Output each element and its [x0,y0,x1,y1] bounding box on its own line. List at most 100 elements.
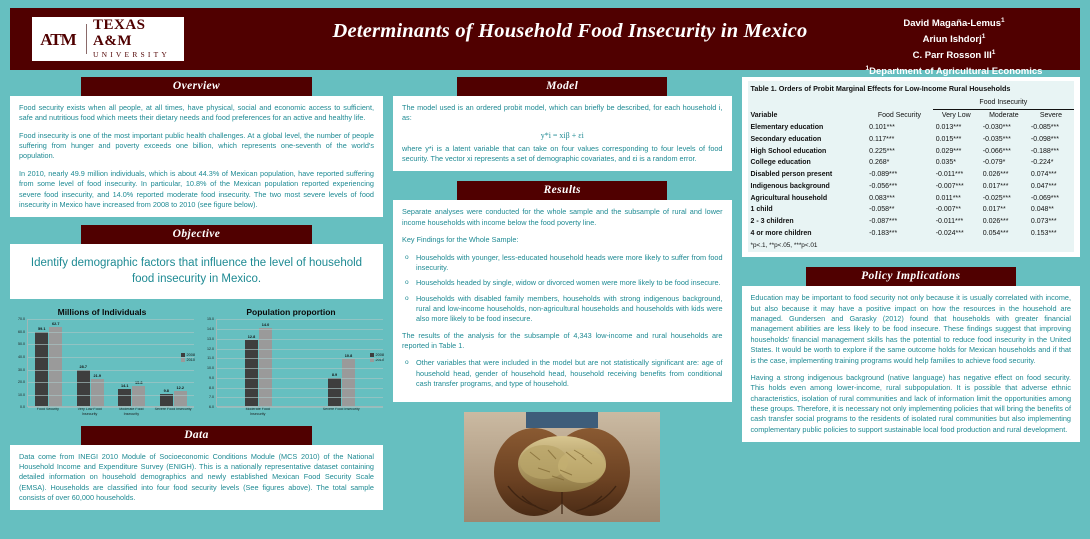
table-cell-value: 0.015*** [932,133,980,146]
table-cell-value: 0.101*** [866,121,933,134]
column-middle: Model The model used is an ordered probi… [393,77,732,523]
grid-line [28,382,194,384]
results-bullet: Households with disabled family members,… [405,294,722,325]
bar-value-label: 14.0 [261,323,270,328]
texas-am-logo: ATM TEXAS A&M UNIVERSITY [32,17,184,61]
logo-line-1: TEXAS A&M [93,17,146,49]
results-panel: Separate analyses were conducted for the… [393,200,732,403]
table-cell-variable: Elementary education [747,121,867,134]
results-intro: Separate analyses were conducted for the… [402,207,723,227]
table-caption: Table 1. Orders of Probit Marginal Effec… [747,81,1074,97]
table-cell-value: -0.025*** [979,192,1028,205]
table-row: Secondary education 0.117*** 0.015*** -0.03… [747,133,1074,146]
grid-line [28,344,194,346]
overview-panel: Food security exists when all people, at… [10,96,383,218]
table-cell-value: 0.026*** [979,168,1028,181]
hands-holding-grain-photo [464,412,661,523]
table-cell-value: 0.047*** [1027,180,1074,193]
y-axis-tick: 10.0 [18,392,25,397]
y-axis-tick: 7.0 [209,395,214,400]
table-cell-variable: Agricultural household [747,192,867,205]
bar-group: 8.9 10.8 [328,319,355,407]
bar-group: 12.8 14.0 [245,319,272,407]
bar [159,393,173,407]
y-axis: 0.0 10.0 20.0 30.0 40.0 50.0 60.0 70.0 [10,317,28,409]
y-axis-tick: 10.0 [207,366,214,371]
bar [118,388,132,407]
column-header-food-security: Food Security [866,109,933,122]
logo-line-2: UNIVERSITY [93,49,170,59]
author-2: Ariun Ishdorj1 [922,32,986,46]
table-cell-value: 0.268* [866,156,933,169]
table-cell-value: -0.030*** [979,121,1028,134]
policy-paragraph: Having a strong indigenous background (n… [750,372,1072,434]
grid-line [217,407,383,409]
table-cell-value: 0.117*** [866,133,933,146]
table-cell-variable: High School education [747,145,867,157]
grid-line [217,319,383,321]
table-row: 2 - 3 children -0.087*** -0.011*** 0.026***… [747,215,1074,228]
bar [76,370,90,407]
grid-line [217,368,383,370]
grid-line [217,358,383,360]
x-axis-label: Moderate Food Insecurity [119,407,144,416]
table-cell-value: -0.035*** [979,133,1028,146]
results-bullet: Households with younger, less-educated h… [405,253,722,274]
table-cell-variable: Indigenous background [747,180,867,193]
grid-line [28,369,194,371]
charts-row: Millions of Individuals 0.0 10.0 20.0 30.0 4… [10,307,384,416]
bar-column: 14.0 [259,319,272,407]
x-axis-label: Very Low Food Insecurity [77,407,102,416]
table-row: Indigenous background -0.056*** -0.007*** 0… [747,180,1074,193]
grid-line [217,387,383,389]
column-left: Overview Food security exists when all p… [10,77,384,522]
overview-paragraph: In 2010, nearly 49.9 million individuals… [19,168,374,209]
legend-swatch [180,358,185,363]
bar-value-label: 14.1 [121,383,129,388]
table-cell-value: -0.085*** [1027,121,1074,134]
table-cell-value: 0.048** [1027,204,1074,216]
table-cell-variable: 4 or more children [747,227,867,240]
chart-population-proportion: Population proportion 6.0 7.0 8.0 9.0 10.0 11… [199,307,384,416]
group-header-blank [866,97,933,110]
legend-item: 2008 [369,353,384,358]
model-panel: The model used is an ordered probit mode… [393,96,732,172]
table-cell-value: -0.007** [932,204,980,216]
grid-line [217,338,383,340]
table-cell-value: -0.024*** [932,227,980,240]
results-bullet: Households headed by single, widow or di… [405,278,723,288]
author-list: David Magaña-Lemus1 Ariun Ishdorj1 C. Pa… [834,16,1074,80]
y-axis-tick: 12.0 [207,346,214,351]
model-heading: Model [457,77,668,96]
table-header-row: Variable Food Security Very Low Moderate… [747,109,1074,122]
column-header-severe: Severe [1027,109,1074,122]
poster-root: ATM TEXAS A&M UNIVERSITY Determinants of… [0,0,1090,539]
group-header-blank [747,97,867,110]
y-axis-tick: 9.0 [209,375,214,380]
y-axis-tick: 13.0 [207,336,214,341]
plot-area: 59.1 62.7 28.7 21.9 14.1 15.8 9.8 12.2 2008 2010 [28,319,195,409]
chart-title: Millions of Individuals [57,307,147,318]
table-cell-value: 0.073*** [1027,215,1074,228]
logo-mark-icon: ATM [40,29,76,49]
legend-label: 2008 [375,353,384,358]
table-cell-variable: College education [747,156,867,169]
bar-value-label: 12.2 [176,385,184,390]
policy-paragraph: Education may be important to food secur… [750,293,1072,365]
bar-column: 10.8 [342,319,355,407]
bar [245,339,258,407]
photo-illustration [464,412,661,523]
bar-value-label: 59.1 [38,326,46,331]
table-cell-value: 0.011*** [932,192,980,205]
overview-paragraph: Food insecurity is one of the most impor… [19,130,374,161]
data-heading: Data [80,425,313,445]
objective-text: Identify demographic factors that influe… [30,257,363,285]
table-cell-value: -0.011*** [932,215,980,228]
table-cell-value: 0.029*** [932,145,980,157]
results-bullet-list: Households with younger, less-educated h… [402,253,723,325]
grid-line [217,397,383,399]
table-footnote: *p<.1, **p<.05, ***p<.01 [747,239,1074,253]
bar [342,359,355,407]
table-cell-value: -0.188*** [1027,145,1074,157]
chart-millions-of-individuals: Millions of Individuals 0.0 10.0 20.0 30.0 4… [10,307,195,416]
